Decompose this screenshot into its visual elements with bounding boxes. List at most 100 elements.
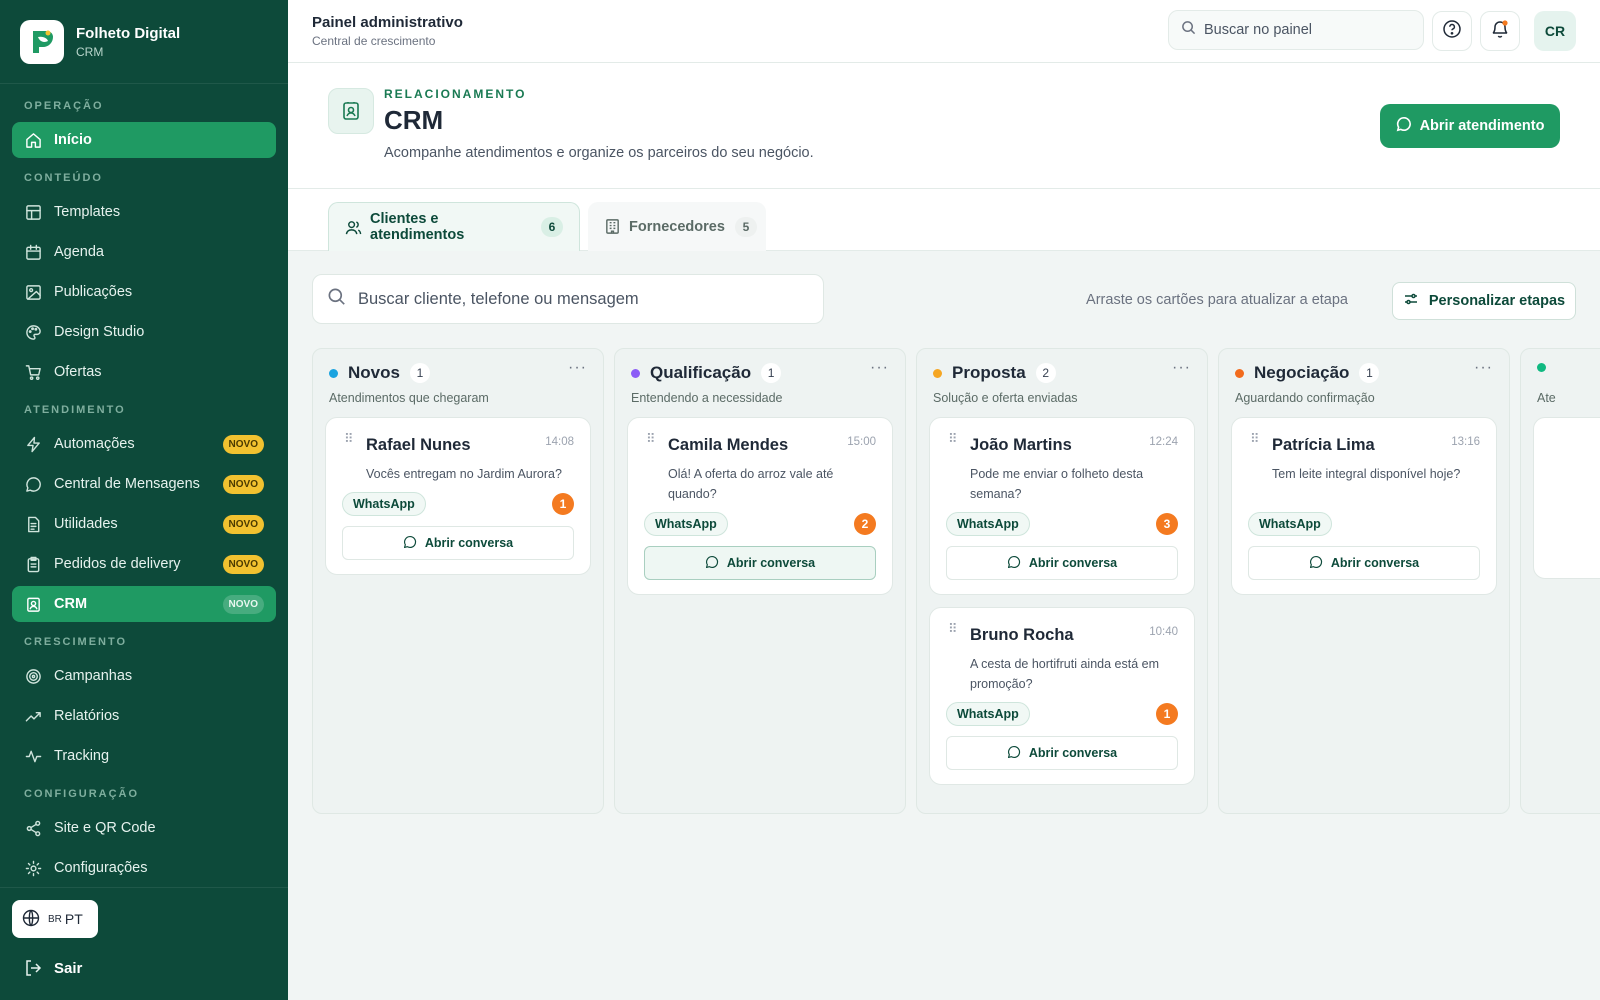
sidebar-item-ofertas[interactable]: Ofertas [12,354,276,390]
help-icon [1442,19,1462,44]
share-icon [24,819,42,837]
column-subtitle: Aguardando confirmação [1235,391,1375,405]
message-icon [1396,116,1412,136]
sidebar-item-label: CRM [54,596,88,612]
board-search-input[interactable] [358,289,798,309]
image-icon [24,283,42,301]
sidebar-item-label: Ofertas [54,364,102,380]
sidebar-nav: OPERAÇÃO Início CONTEÚDO Templates Agenda Pub… [0,84,288,886]
column-title: Qualificação [650,363,752,382]
more-options-icon[interactable]: ··· [1474,359,1493,377]
sidebar-item-agenda[interactable]: Agenda [12,234,276,270]
sidebar-item-site-e-qr-code[interactable]: Site e QR Code [12,810,276,846]
tab-clients[interactable]: Clientes e atendimentos 6 [328,202,580,251]
drag-handle-icon[interactable]: ⠿ [948,432,959,445]
more-options-icon[interactable]: ··· [870,359,889,377]
kanban-column-negociacao: Negociação 1 ··· Aguardando confirmação ⠿ Pat… [1218,348,1510,814]
drag-handle-icon[interactable]: ⠿ [646,432,657,445]
logout-icon [24,959,42,977]
users-icon [345,219,362,236]
logout-button[interactable]: Sair [12,948,276,988]
page-eyebrow: RELACIONAMENTO [384,87,527,101]
message-icon [1007,555,1021,572]
open-conversation-button[interactable]: Abrir conversa [946,546,1178,580]
unread-count-badge: 1 [552,493,574,515]
zap-icon [24,435,42,453]
open-conversation-label: Abrir conversa [1028,746,1118,760]
open-conversation-button[interactable]: Abrir conversa [342,526,574,560]
sidebar-item-automacoes[interactable]: Automações NOVO [12,426,276,462]
message-icon [705,555,719,572]
contact-card[interactable]: ⠿ Rafael Nunes 14:08 Vocês entregam no Jard… [325,417,591,575]
column-count: 1 [761,363,782,383]
column-header: Qualificação 1 [631,363,782,383]
column-subtitle: Solução e oferta enviadas [933,391,1078,405]
contact-name: Rafael Nunes [366,436,471,454]
column-title: Negociação [1254,363,1350,382]
drag-handle-icon[interactable]: ⠿ [1250,432,1261,445]
sidebar-item-templates[interactable]: Templates [12,194,276,230]
page-title: CRM [384,105,444,135]
open-conversation-label: Abrir conversa [1330,556,1420,570]
message-time: 13:16 [1451,436,1480,448]
contact-name: Bruno Rocha [970,626,1074,644]
contact-card[interactable]: ⠿ Patrícia Lima 13:16 Tem leite integral di… [1231,417,1497,595]
new-badge: NOVO [222,554,264,574]
brand[interactable]: Folheto Digital CRM [0,0,288,84]
new-badge: NOVO [222,474,264,494]
stage-dot [631,368,640,378]
sidebar-item-label: Publicações [54,284,133,300]
customize-stages-button[interactable]: Personalizar etapas [1392,282,1576,320]
open-conversation-button[interactable]: Abrir conversa [1248,546,1480,580]
sidebar-item-pedidos-de-delivery[interactable]: Pedidos de delivery NOVO [12,546,276,582]
column-header: Negociação 1 [1235,363,1380,383]
drag-handle-icon[interactable]: ⠿ [344,432,355,445]
target-icon [24,667,42,685]
language-selector[interactable]: BR PT [12,900,98,938]
file-icon [24,515,42,533]
tab-clients-count: 6 [541,217,563,237]
sidebar-item-tracking[interactable]: Tracking [12,738,276,774]
contact-card[interactable]: ⠿ João Martins 12:24 Pode me enviar o folhe… [929,417,1195,595]
sidebar-item-configuracoes[interactable]: Configurações [12,850,276,886]
sidebar-item-publicacoes[interactable]: Publicações [12,274,276,310]
sidebar-item-relatorios[interactable]: Relatórios [12,698,276,734]
nav-section-label: ATENDIMENTO [24,404,126,416]
open-conversation-button[interactable]: Abrir conversa [644,546,876,580]
top-bar-subtitle: Central de crescimento [312,34,436,48]
contact-card[interactable]: ⠿ Bruno Rocha 10:40 A cesta de hortifruti a… [929,607,1195,785]
help-button[interactable] [1432,11,1472,51]
language-flag: BR [48,913,62,925]
more-options-icon[interactable]: ··· [1172,359,1191,377]
contact-card[interactable] [1533,417,1600,579]
global-search-input[interactable] [1204,22,1404,38]
sidebar-item-utilidades[interactable]: Utilidades NOVO [12,506,276,542]
contact-name: Patrícia Lima [1272,436,1375,454]
sidebar: Folheto Digital CRM OPERAÇÃO Início CONTEÚ… [0,0,288,1000]
sidebar-item-label: Utilidades [54,516,118,532]
column-header: Novos 1 [329,363,430,383]
tab-suppliers[interactable]: Fornecedores 5 [588,202,766,251]
column-title: Proposta [952,363,1026,382]
user-avatar[interactable]: CR [1534,11,1576,51]
open-conversation-button[interactable]: Abrir conversa [946,736,1178,770]
palette-icon [24,323,42,341]
sidebar-item-inicio[interactable]: Início [12,122,276,158]
sidebar-item-design-studio[interactable]: Design Studio [12,314,276,350]
message-icon [1007,745,1021,762]
tab-suppliers-label: Fornecedores [629,218,725,235]
sidebar-footer: BR PT Sair [0,887,288,1000]
more-options-icon[interactable]: ··· [568,359,587,377]
open-service-button[interactable]: Abrir atendimento [1380,104,1560,148]
drag-handle-icon[interactable]: ⠿ [948,622,959,635]
contact-card[interactable]: ⠿ Camila Mendes 15:00 Olá! A oferta do arro… [627,417,893,595]
channel-badge: WhatsApp [644,512,728,536]
sidebar-item-crm[interactable]: CRM NOVO [12,586,276,622]
calendar-icon [24,243,42,261]
notifications-button[interactable] [1480,11,1520,51]
cart-icon [24,363,42,381]
clipboard-icon [24,555,42,573]
sidebar-item-campanhas[interactable]: Campanhas [12,658,276,694]
kanban-board: Novos 1 ··· Atendimentos que chegaram ⠿ Rafae… [312,348,1600,814]
sidebar-item-central-de-mensagens[interactable]: Central de Mensagens NOVO [12,466,276,502]
